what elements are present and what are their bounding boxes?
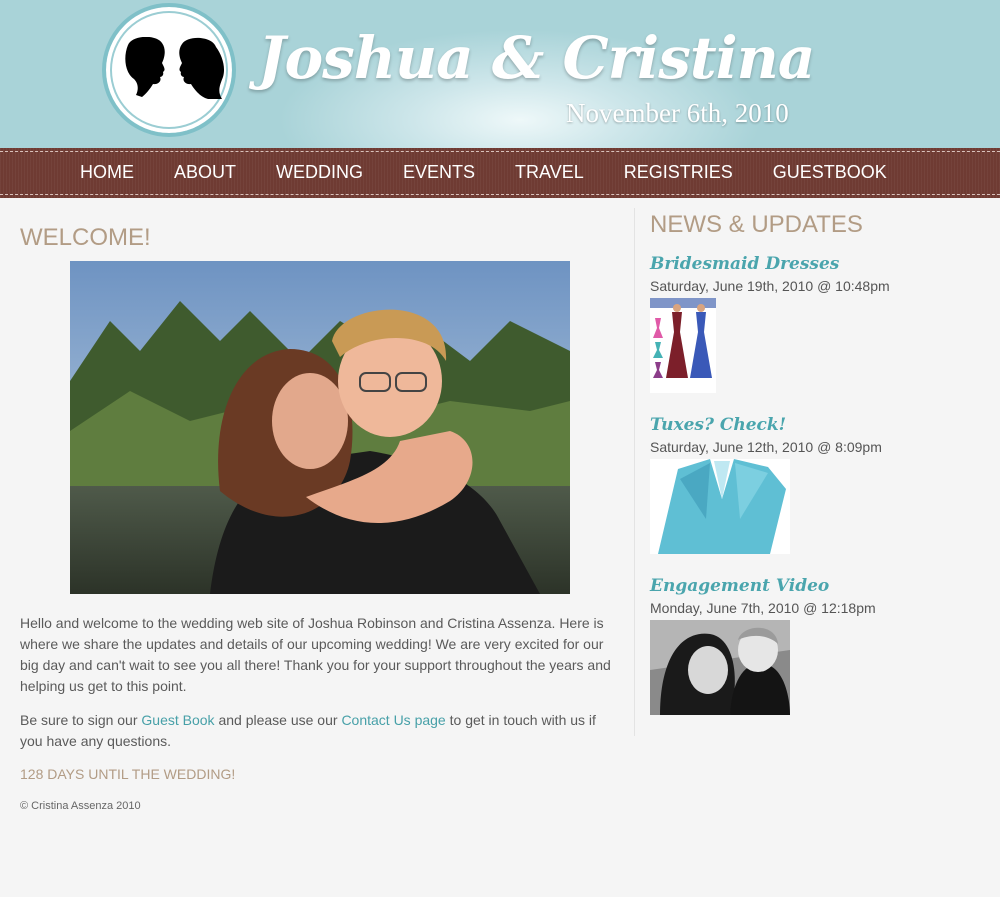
news-sidebar: NEWS & UPDATES Bridesmaid Dresses Saturd… (650, 208, 990, 715)
bridesmaid-dresses-thumbnail[interactable] (650, 298, 716, 393)
nav-guestbook[interactable]: GUESTBOOK (753, 160, 907, 184)
news-title[interactable]: Tuxes? Check! (650, 415, 882, 435)
news-date: Saturday, June 12th, 2010 @ 8:09pm (650, 439, 882, 455)
site-title[interactable]: Joshua & Cristina (258, 24, 815, 92)
main-content: WELCOME! Hello and welcome to the weddin… (20, 210, 620, 812)
wedding-date: November 6th, 2010 (566, 98, 789, 128)
contact-text-1: Be sure to sign our (20, 712, 142, 728)
wedding-countdown: 128 DAYS UNTIL THE WEDDING! (20, 766, 236, 782)
guestbook-link[interactable]: Guest Book (141, 712, 214, 728)
nav-wedding[interactable]: WEDDING (256, 160, 383, 184)
nav-registries[interactable]: REGISTRIES (604, 160, 753, 184)
site-header: Joshua & Cristina November 6th, 2010 (0, 0, 1000, 148)
column-divider (634, 208, 635, 736)
couple-photo (70, 261, 570, 594)
welcome-heading: WELCOME! (20, 224, 151, 251)
news-title[interactable]: Engagement Video (650, 576, 876, 596)
tuxes-thumbnail[interactable] (650, 459, 790, 554)
nav-events[interactable]: EVENTS (383, 160, 495, 184)
contact-us-link[interactable]: Contact Us page (341, 712, 445, 728)
news-item-engagement-video: Engagement Video Monday, June 7th, 2010 … (650, 576, 876, 715)
main-navigation: HOME ABOUT WEDDING EVENTS TRAVEL REGISTR… (0, 148, 1000, 198)
news-item-bridesmaid-dresses: Bridesmaid Dresses Saturday, June 19th, … (650, 254, 890, 393)
silhouette-icon (125, 37, 225, 99)
welcome-message: Hello and welcome to the wedding web sit… (20, 615, 611, 694)
contact-text-2: and please use our (214, 712, 342, 728)
nav-about[interactable]: ABOUT (154, 160, 256, 184)
copyright-notice: © Cristina Assenza 2010 (20, 800, 141, 812)
news-title[interactable]: Bridesmaid Dresses (650, 254, 890, 274)
nav-home[interactable]: HOME (60, 160, 154, 184)
news-date: Monday, June 7th, 2010 @ 12:18pm (650, 600, 876, 616)
nav-travel[interactable]: TRAVEL (495, 160, 604, 184)
news-date: Saturday, June 19th, 2010 @ 10:48pm (650, 278, 890, 294)
contact-message: Be sure to sign our Guest Book and pleas… (20, 710, 620, 752)
news-heading: NEWS & UPDATES (650, 211, 863, 238)
engagement-video-thumbnail[interactable] (650, 620, 790, 715)
news-item-tuxes: Tuxes? Check! Saturday, June 12th, 2010 … (650, 415, 882, 554)
couple-silhouette-logo[interactable] (102, 3, 236, 137)
